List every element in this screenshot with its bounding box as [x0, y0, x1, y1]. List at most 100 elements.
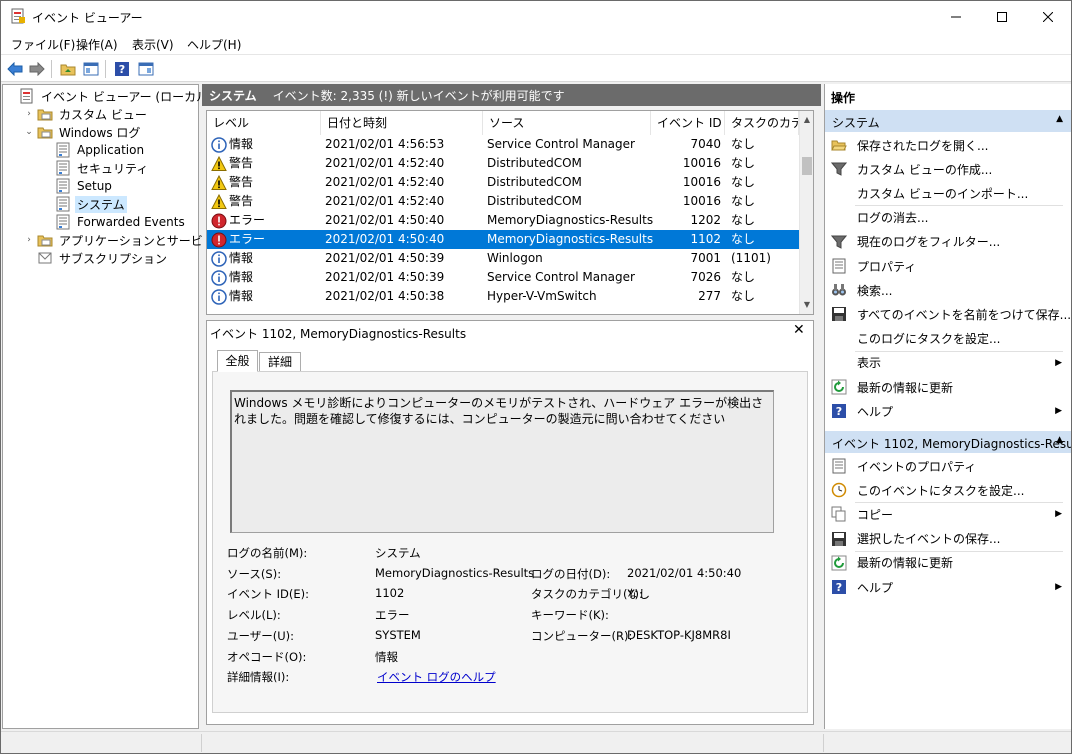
action-label: 最新の情報に更新 [857, 556, 954, 571]
action-group2-2[interactable]: コピー ▶ [825, 503, 1071, 525]
action-group1-5[interactable]: プロパティ [825, 255, 1071, 277]
column-event-id[interactable]: イベント ID [651, 111, 725, 135]
menu-bar: ファイル(F) 操作(A) 表示(V) ヘルプ(H) [1, 32, 1071, 54]
action-group1-0[interactable]: 保存されたログを開く... [825, 134, 1071, 156]
action-group2-0[interactable]: イベントのプロパティ [825, 455, 1071, 477]
save-icon [831, 306, 847, 322]
action-group1-11[interactable]: ? ヘルプ ▶ [825, 400, 1071, 422]
event-row[interactable]: エラー 2021/02/01 4:50:40 MemoryDiagnostics-R… [207, 211, 799, 230]
event-description[interactable]: Windows メモリ診断によりコンピューターのメモリがテストされ、ハードウェア… [230, 390, 774, 533]
event-row[interactable]: 情報 2021/02/01 4:56:53 Service Control Mana… [207, 135, 799, 154]
scroll-down-icon[interactable]: ▼ [800, 298, 813, 312]
tree-item-6[interactable]: システム [41, 195, 127, 213]
action-group1-6[interactable]: 検索... [825, 279, 1071, 301]
event-row[interactable]: 情報 2021/02/01 4:50:39 Service Control Mana… [207, 268, 799, 287]
action-group1-3[interactable]: ログの消去... [825, 207, 1071, 229]
status-bar [1, 731, 1071, 753]
user-label: ユーザー(U): [227, 629, 295, 643]
tree-item-7[interactable]: Forwarded Events [41, 213, 187, 231]
event-id: 10016 [682, 194, 721, 208]
tree-item-4[interactable]: セキュリティ [41, 159, 150, 177]
help-toolbar-button[interactable]: ? [112, 59, 132, 79]
event-row[interactable]: 警告 2021/02/01 4:52:40 DistributedCOM 10016 な… [207, 192, 799, 211]
log-icon [55, 160, 71, 176]
detail-title: イベント 1102, MemoryDiagnostics-Results [210, 327, 467, 341]
action-group1-4[interactable]: 現在のログをフィルター... [825, 231, 1071, 253]
show-hide-action-pane-button[interactable] [136, 59, 156, 79]
event-date: 2021/02/01 4:52:40 [325, 175, 445, 189]
maximize-button[interactable] [979, 1, 1025, 32]
event-log-help-link[interactable]: イベント ログのヘルプ [377, 669, 496, 685]
column-level[interactable]: レベル [207, 111, 321, 135]
properties-icon [831, 458, 847, 474]
menu-file[interactable]: ファイル(F) [11, 36, 75, 53]
action-group1-1[interactable]: カスタム ビューの作成... [825, 158, 1071, 180]
tree-item-3[interactable]: Application [41, 141, 146, 159]
action-group1-9[interactable]: 表示 ▶ [825, 352, 1071, 374]
opcode-value: 情報 [375, 650, 398, 664]
action-group2-3[interactable]: 選択したイベントの保存... [825, 528, 1071, 550]
back-button[interactable] [5, 59, 25, 79]
event-id: 7001 [690, 251, 721, 265]
actions-group-system[interactable]: システム ▲ [825, 110, 1071, 132]
expand-arrow-icon[interactable]: › [23, 235, 35, 245]
detail-close-icon[interactable]: ✕ [793, 322, 805, 338]
action-label: 最新の情報に更新 [857, 380, 954, 395]
tree-item-2[interactable]: ⌄ Windows ログ [23, 123, 142, 141]
action-label: 表示 [857, 356, 882, 371]
action-group1-7[interactable]: すべてのイベントを名前をつけて保存... [825, 303, 1071, 325]
group-title: イベント 1102, MemoryDiagnostics-Resu... [832, 437, 1071, 451]
tab-details[interactable]: 詳細 [259, 352, 301, 372]
close-button[interactable] [1025, 1, 1071, 32]
event-row[interactable]: 情報 2021/02/01 4:50:38 Hyper-V-VmSwitch 277 な… [207, 287, 799, 306]
column-task-category[interactable]: タスクのカテ... [725, 111, 799, 135]
event-row[interactable]: 警告 2021/02/01 4:52:40 DistributedCOM 10016 な… [207, 154, 799, 173]
event-id: 7040 [690, 137, 721, 151]
action-pane-icon [138, 62, 154, 76]
action-group1-8[interactable]: このログにタスクを設定... [825, 328, 1071, 350]
collapse-up-icon[interactable]: ▲ [1056, 435, 1063, 445]
help-icon: ? [831, 403, 847, 419]
svg-text:?: ? [119, 63, 125, 76]
action-group2-1[interactable]: このイベントにタスクを設定... [825, 479, 1071, 501]
show-hide-tree-button[interactable] [81, 59, 101, 79]
more-info-label: 詳細情報(I): [227, 670, 290, 684]
action-group1-10[interactable]: 最新の情報に更新 [825, 376, 1071, 398]
event-row[interactable]: 情報 2021/02/01 4:50:39 Winlogon 7001 (1101) [207, 249, 799, 268]
collapse-arrow-icon[interactable]: ⌄ [23, 127, 35, 137]
action-group2-5[interactable]: ? ヘルプ ▶ [825, 576, 1071, 598]
tree-item-9[interactable]: サブスクリプション [23, 249, 169, 267]
event-id: 7026 [690, 270, 721, 284]
tree-item-1[interactable]: › カスタム ビュー [23, 105, 149, 123]
action-group2-4[interactable]: 最新の情報に更新 [825, 552, 1071, 574]
folder-icon [37, 232, 53, 248]
column-date[interactable]: 日付と時刻 [321, 111, 483, 135]
keywords-label: キーワード(K): [531, 608, 609, 622]
menu-action[interactable]: 操作(A) [76, 36, 118, 53]
collapse-up-icon[interactable]: ▲ [1056, 114, 1063, 124]
minimize-button[interactable] [933, 1, 979, 32]
scroll-thumb[interactable] [802, 157, 812, 175]
tree-item-5[interactable]: Setup [41, 177, 114, 195]
action-group1-2[interactable]: カスタム ビューのインポート... [825, 182, 1071, 204]
event-row[interactable]: エラー 2021/02/01 4:50:40 MemoryDiagnostics-R… [207, 230, 799, 249]
up-folder-button[interactable] [58, 59, 78, 79]
column-source[interactable]: ソース [483, 111, 651, 135]
forward-button[interactable] [27, 59, 47, 79]
scroll-up-icon[interactable]: ▲ [800, 113, 813, 127]
tree-item-0[interactable]: イベント ビューアー (ローカル) [5, 87, 215, 105]
actions-group-event[interactable]: イベント 1102, MemoryDiagnostics-Resu... ▲ [825, 431, 1071, 453]
action-label: 検索... [857, 283, 893, 298]
event-source: Winlogon [487, 251, 543, 265]
refresh-icon [831, 555, 847, 571]
log-icon [55, 214, 71, 230]
menu-help[interactable]: ヘルプ(H) [187, 36, 241, 53]
info-icon [211, 269, 227, 286]
action-label: ヘルプ [857, 404, 894, 419]
tab-general[interactable]: 全般 [217, 350, 258, 372]
toolbar: ? [1, 54, 1071, 82]
expand-arrow-icon[interactable]: › [23, 109, 35, 119]
event-row[interactable]: 警告 2021/02/01 4:52:40 DistributedCOM 10016 な… [207, 173, 799, 192]
events-scrollbar[interactable]: ▲ ▼ [799, 111, 813, 314]
menu-view[interactable]: 表示(V) [132, 36, 174, 53]
